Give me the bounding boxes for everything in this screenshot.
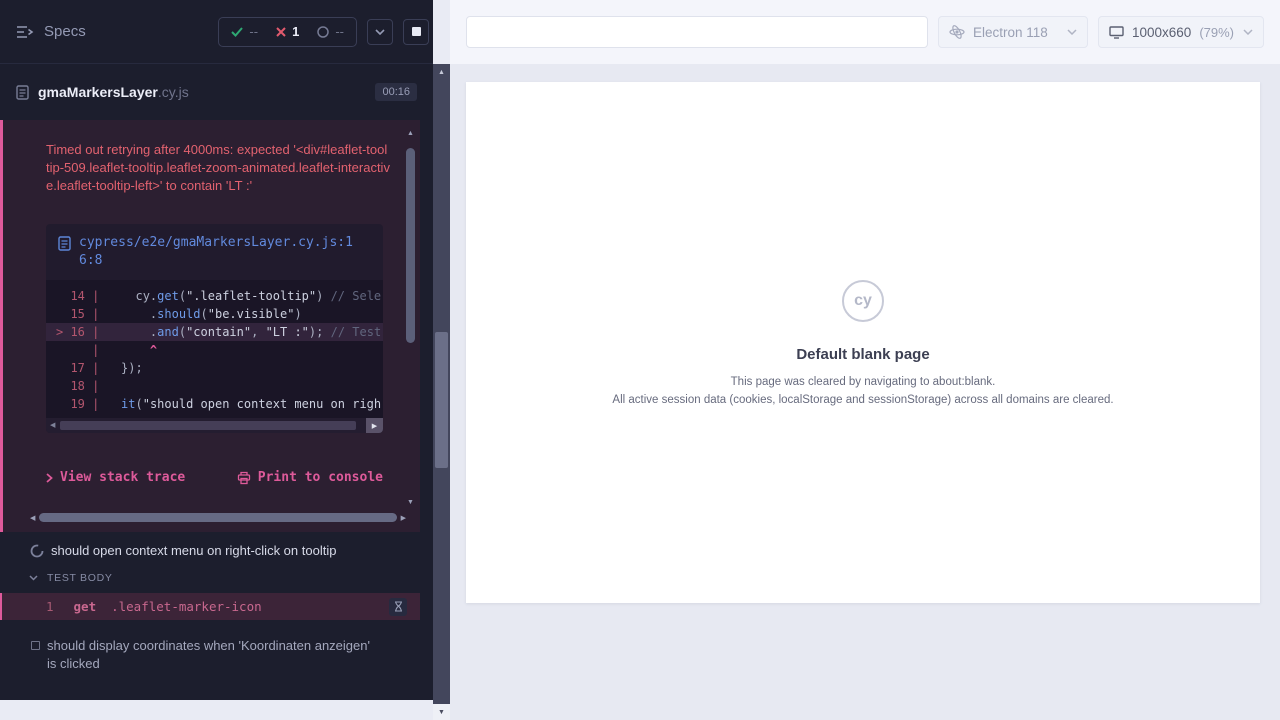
error-actions: View stack trace Print to console [46, 470, 383, 485]
electron-icon [949, 24, 965, 40]
test-stats: -- 1 -- [218, 17, 357, 47]
code-horizontal-scrollbar[interactable]: ◀ ▶ [46, 418, 383, 433]
stop-icon [412, 27, 421, 36]
blank-page-title: Default blank page [796, 346, 929, 363]
spec-file-icon [16, 85, 29, 100]
test-pending-icon [31, 641, 40, 650]
stat-failed: 1 [267, 24, 308, 39]
error-vertical-scrollbar[interactable]: ▲ ▼ [405, 130, 417, 506]
cross-icon [276, 27, 286, 37]
test-item-running[interactable]: should open context menu on right-click … [0, 543, 433, 558]
url-input[interactable] [466, 16, 928, 48]
scroll-left-icon: ◀ [50, 421, 55, 429]
specs-label[interactable]: Specs [44, 23, 86, 40]
code-line: | ^ [46, 341, 383, 359]
file-icon [58, 236, 71, 251]
reporter-vertical-scrollbar[interactable]: ▲ ▼ [433, 64, 450, 720]
command-number: 1 [46, 599, 54, 614]
hourglass-icon [394, 601, 403, 612]
runner-header: Electron 118 1000x660 (79%) [450, 0, 1280, 64]
view-stack-trace-button[interactable]: View stack trace [46, 470, 185, 485]
scroll-left-icon[interactable]: ◀ [30, 514, 35, 522]
scroll-up-icon[interactable]: ▲ [433, 64, 450, 80]
specs-menu-icon[interactable] [16, 25, 34, 39]
blank-page-message: cy Default blank page This page was clea… [466, 82, 1260, 603]
scroll-right-icon[interactable]: ▶ [366, 418, 383, 433]
scroll-down-icon[interactable]: ▼ [433, 704, 450, 720]
error-vscrollbar-thumb[interactable] [406, 148, 415, 343]
aut-iframe-page: cy Default blank page This page was clea… [466, 82, 1260, 603]
error-horizontal-scrollbar[interactable]: ◀ ▶ [30, 511, 406, 524]
command-method: get [74, 599, 97, 614]
stat-passed-count: -- [249, 24, 258, 39]
stat-failed-count: 1 [292, 24, 299, 39]
print-icon [237, 471, 251, 485]
chevron-down-icon [29, 575, 38, 581]
spec-header-row[interactable]: gmaMarkersLayer.cy.js 00:16 [0, 78, 433, 106]
command-log-row[interactable]: 1 get .leaflet-marker-icon [0, 593, 420, 620]
command-progress-badge [389, 598, 407, 616]
test-item-pending[interactable]: should display coordinates when 'Koordin… [0, 637, 433, 673]
test-body-label: TEST BODY [47, 572, 113, 584]
stat-pending-count: -- [335, 24, 344, 39]
command-target: .leaflet-marker-icon [111, 599, 262, 614]
code-frame-header: cypress/e2e/gmaMarkersLayer.cy.js:16:8 [46, 224, 383, 280]
blank-page-line2: All active session data (cookies, localS… [612, 394, 1113, 406]
stat-pending: -- [308, 24, 353, 39]
code-line: 15 | .should("be.visible") [46, 305, 383, 323]
pending-circle-icon [317, 26, 329, 38]
reporter-header: Specs -- 1 -- [0, 0, 433, 64]
code-lines: 14 | cy.get(".leaflet-tooltip") // Sele … [46, 280, 383, 418]
error-message: Timed out retrying after 4000ms: expecte… [46, 141, 390, 195]
browser-label: Electron 118 [973, 25, 1048, 40]
reporter-panel: Specs -- 1 -- gmaMarkersLayer.cy. [0, 0, 433, 700]
error-panel: Timed out retrying after 4000ms: expecte… [0, 120, 420, 532]
print-to-console-button[interactable]: Print to console [237, 470, 383, 485]
code-scrollbar-thumb[interactable] [60, 421, 356, 430]
blank-page-line1: This page was cleared by navigating to a… [731, 376, 996, 388]
scroll-right-icon[interactable]: ▶ [401, 514, 406, 522]
code-frame-file-link[interactable]: cypress/e2e/gmaMarkersLayer.cy.js:16:8 [79, 234, 363, 270]
test-title: should open context menu on right-click … [51, 543, 336, 558]
error-hscrollbar-thumb[interactable] [39, 513, 396, 522]
spec-extension: .cy.js [158, 84, 189, 100]
browser-select[interactable]: Electron 118 [938, 16, 1088, 48]
stop-tests-button[interactable] [403, 19, 429, 45]
chevron-down-icon [1243, 29, 1253, 35]
spec-name: gmaMarkersLayer.cy.js [38, 84, 189, 100]
code-line: 18 | [46, 377, 383, 395]
reporter-scrollbar-thumb[interactable] [435, 332, 448, 468]
chevron-down-icon [1067, 29, 1077, 35]
test-running-spinner-icon [30, 544, 44, 558]
viewport-icon [1109, 26, 1124, 39]
code-line: 17 | }); [46, 359, 383, 377]
collapse-reporter-button[interactable] [367, 19, 393, 45]
spec-duration-badge: 00:16 [375, 83, 417, 101]
check-icon [231, 27, 243, 37]
chevron-right-icon [46, 473, 53, 483]
test-title: should display coordinates when 'Koordin… [47, 637, 377, 673]
test-body-section-header[interactable]: TEST BODY [0, 572, 433, 584]
code-line: > 16 | .and("contain", "LT :"); // Test [46, 323, 383, 341]
scroll-down-icon[interactable]: ▼ [407, 499, 414, 506]
cypress-logo: cy [842, 280, 884, 322]
viewport-size: 1000x660 [1132, 25, 1191, 40]
code-line: 19 | it("should open context menu on rig… [46, 395, 383, 413]
viewport-zoom: (79%) [1199, 25, 1234, 40]
chevron-down-icon [375, 29, 385, 35]
scroll-up-icon[interactable]: ▲ [407, 130, 414, 137]
stat-passed: -- [222, 24, 267, 39]
code-frame: cypress/e2e/gmaMarkersLayer.cy.js:16:8 1… [46, 224, 383, 433]
viewport-select[interactable]: 1000x660 (79%) [1098, 16, 1264, 48]
code-line: 14 | cy.get(".leaflet-tooltip") // Sele [46, 287, 383, 305]
runner-stage: cy Default blank page This page was clea… [450, 64, 1280, 720]
